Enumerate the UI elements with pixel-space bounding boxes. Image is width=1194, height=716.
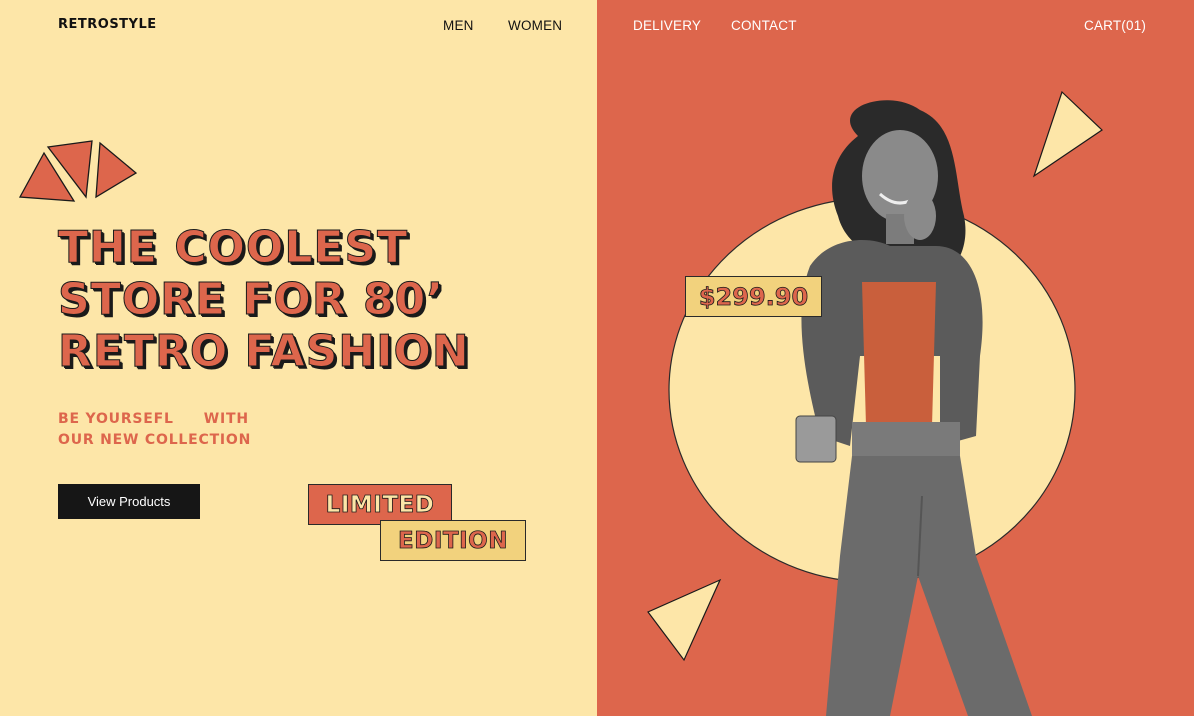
limited-badge: LIMITED [308,484,452,525]
hero-tagline: BE YOURSEFL WITH OUR NEW COLLECTION [58,409,251,451]
headline-line: RETRO FASHION [58,326,470,378]
nav-contact[interactable]: CONTACT [731,18,797,33]
hero-headline: THE COOLEST STORE FOR 80’ RETRO FASHION [58,222,578,378]
headline-line: THE COOLEST [58,222,409,274]
brand-logo[interactable]: RETROSTYLE [58,17,157,33]
tagline-part: BE YOURSEFL [58,411,174,427]
tagline-part: WITH [203,411,249,427]
decor-triangles-cluster [18,140,138,202]
price-tag: $299.90 [685,276,822,317]
nav-delivery[interactable]: DELIVERY [633,18,701,33]
headline-line: STORE FOR 80’ [58,274,444,326]
nav-men[interactable]: MEN [443,18,474,33]
decor-triangle [95,141,138,199]
model-photo [795,100,1032,716]
decor-triangle-bottom [647,578,722,662]
edition-badge: EDITION [380,520,526,561]
nav-cart[interactable]: CART(01) [1084,18,1146,33]
view-products-button[interactable]: View Products [58,484,200,519]
tagline-part: OUR NEW COLLECTION [58,432,252,448]
nav-women[interactable]: WOMEN [508,18,562,33]
